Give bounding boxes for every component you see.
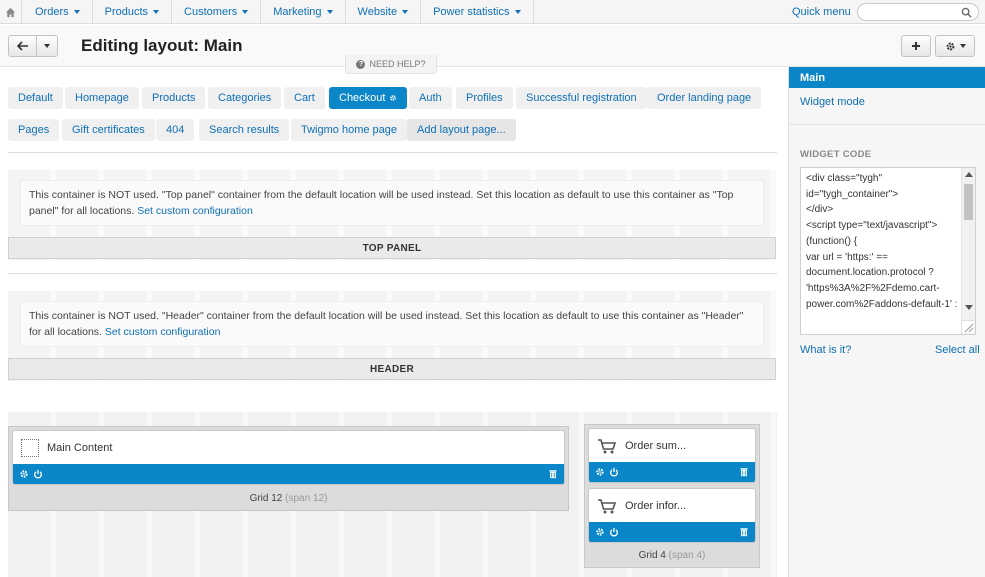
- select-all-link[interactable]: Select all: [935, 344, 980, 356]
- tab-successful-registration[interactable]: Successful registration: [516, 87, 647, 109]
- widget-code-textarea[interactable]: <div class="tygh" id="tygh_container"> <…: [800, 167, 976, 335]
- menu-orders[interactable]: Orders: [23, 0, 93, 24]
- gear-icon[interactable]: [389, 94, 397, 102]
- gear-icon: [946, 42, 954, 50]
- what-is-it-link[interactable]: What is it?: [800, 344, 851, 356]
- grid-label: Grid 12 (span 12): [249, 493, 328, 504]
- back-dropdown-button[interactable]: [36, 35, 58, 57]
- power-icon[interactable]: [609, 527, 619, 537]
- widget-code-text: <div class="tygh" id="tygh_container"> <…: [806, 173, 958, 310]
- widget-mode-link[interactable]: Widget mode: [800, 96, 865, 108]
- tab-default[interactable]: Default: [8, 87, 63, 109]
- block-toolbar: [589, 462, 755, 482]
- chevron-down-icon: [514, 10, 521, 14]
- resize-handle-icon[interactable]: [961, 320, 974, 333]
- right-sidebar: Main Widget mode WIDGET CODE <div class=…: [788, 67, 985, 577]
- quick-menu-link[interactable]: Quick menu: [792, 6, 851, 18]
- divider: [789, 124, 985, 125]
- top-panel-container: This container is NOT used. "Top panel" …: [8, 170, 776, 260]
- trash-icon[interactable]: [548, 469, 558, 479]
- search-box: [857, 3, 979, 21]
- tab-products[interactable]: Products: [142, 87, 206, 109]
- grid-label: Grid 4 (span 4): [638, 550, 706, 561]
- tab-checkout[interactable]: Checkout: [329, 87, 408, 109]
- page-title: Editing layout: Main: [81, 36, 243, 55]
- header-label: HEADER: [8, 358, 776, 380]
- block-toolbar: [589, 522, 755, 542]
- chevron-down-icon: [153, 10, 160, 14]
- menu-products[interactable]: Products: [93, 0, 173, 24]
- menu-customers[interactable]: Customers: [172, 0, 262, 24]
- tab-cart[interactable]: Cart: [284, 87, 325, 109]
- grid-12: Main Content Grid 12 (span 12): [8, 426, 569, 511]
- order-summary-block[interactable]: Order sum...: [588, 428, 756, 483]
- gear-icon[interactable]: [595, 467, 605, 477]
- tab-auth[interactable]: Auth: [409, 87, 452, 109]
- divider: [8, 152, 777, 153]
- power-icon[interactable]: [33, 469, 43, 479]
- arrow-back-icon: [16, 41, 28, 51]
- gear-icon[interactable]: [595, 527, 605, 537]
- add-layout-page-button[interactable]: Add layout page...: [407, 119, 516, 141]
- plus-icon: [912, 42, 920, 50]
- home-icon: [5, 7, 16, 17]
- add-button[interactable]: [901, 35, 931, 57]
- tab-gift-certificates[interactable]: Gift certificates: [62, 119, 155, 141]
- tab-404[interactable]: 404: [156, 119, 195, 141]
- power-icon[interactable]: [609, 467, 619, 477]
- tab-twigmo-home-page[interactable]: Twigmo home page: [291, 119, 407, 141]
- tab-profiles[interactable]: Profiles: [456, 87, 513, 109]
- block-toolbar: [13, 464, 564, 484]
- trash-icon[interactable]: [739, 467, 749, 477]
- settings-dropdown-button[interactable]: [935, 35, 975, 57]
- header-notice: This container is NOT used. "Header" con…: [20, 301, 764, 347]
- tab-order-landing-page[interactable]: Order landing page: [647, 87, 762, 109]
- tab-search-results[interactable]: Search results: [199, 119, 290, 141]
- tab-categories[interactable]: Categories: [208, 87, 282, 109]
- main-content-block[interactable]: Main Content: [12, 430, 565, 485]
- home-button[interactable]: [0, 0, 22, 24]
- cart-icon: [598, 438, 617, 453]
- top-panel-notice: This container is NOT used. "Top panel" …: [20, 180, 764, 226]
- scrollbar[interactable]: [961, 168, 975, 334]
- chevron-down-icon: [326, 10, 333, 14]
- chevron-down-icon: [242, 10, 249, 14]
- order-information-block[interactable]: Order infor...: [588, 488, 756, 543]
- menu-website[interactable]: Website: [346, 0, 422, 24]
- trash-icon[interactable]: [739, 527, 749, 537]
- top-panel-label: TOP PANEL: [8, 237, 776, 259]
- scroll-down-icon[interactable]: [965, 305, 973, 310]
- back-button[interactable]: [8, 35, 37, 57]
- page-header: Editing layout: Main: [0, 25, 985, 67]
- widget-code-title: WIDGET CODE: [800, 149, 872, 160]
- main-menu: Orders Products Customers Marketing Webs…: [23, 0, 534, 24]
- content-grid-area: Main Content Grid 12 (span 12) Order sum…: [8, 412, 777, 577]
- menu-power-statistics[interactable]: Power statistics: [421, 0, 534, 24]
- set-custom-configuration-link[interactable]: Set custom configuration: [137, 205, 253, 217]
- gear-icon[interactable]: [19, 469, 29, 479]
- search-icon[interactable]: [961, 7, 972, 18]
- set-custom-configuration-link[interactable]: Set custom configuration: [105, 326, 221, 338]
- top-navigation: Orders Products Customers Marketing Webs…: [0, 0, 985, 24]
- scroll-thumb[interactable]: [964, 184, 973, 220]
- divider: [8, 273, 777, 274]
- chevron-down-icon: [44, 44, 50, 48]
- tab-pages[interactable]: Pages: [8, 119, 60, 141]
- grid-4: Order sum... Order infor... Grid 4 (span…: [584, 424, 760, 568]
- need-help-button[interactable]: ? NEED HELP?: [345, 55, 437, 74]
- menu-marketing[interactable]: Marketing: [261, 0, 346, 24]
- block-placeholder-icon: [21, 438, 39, 457]
- chevron-down-icon: [959, 44, 966, 48]
- search-input[interactable]: [866, 6, 956, 18]
- chevron-down-icon: [73, 10, 80, 14]
- scroll-up-icon[interactable]: [965, 172, 973, 177]
- question-icon: ?: [356, 59, 366, 69]
- tab-homepage[interactable]: Homepage: [65, 87, 139, 109]
- sidebar-item-main[interactable]: Main: [789, 67, 985, 88]
- cart-icon: [598, 498, 617, 513]
- chevron-down-icon: [402, 10, 409, 14]
- header-container: This container is NOT used. "Header" con…: [8, 291, 776, 381]
